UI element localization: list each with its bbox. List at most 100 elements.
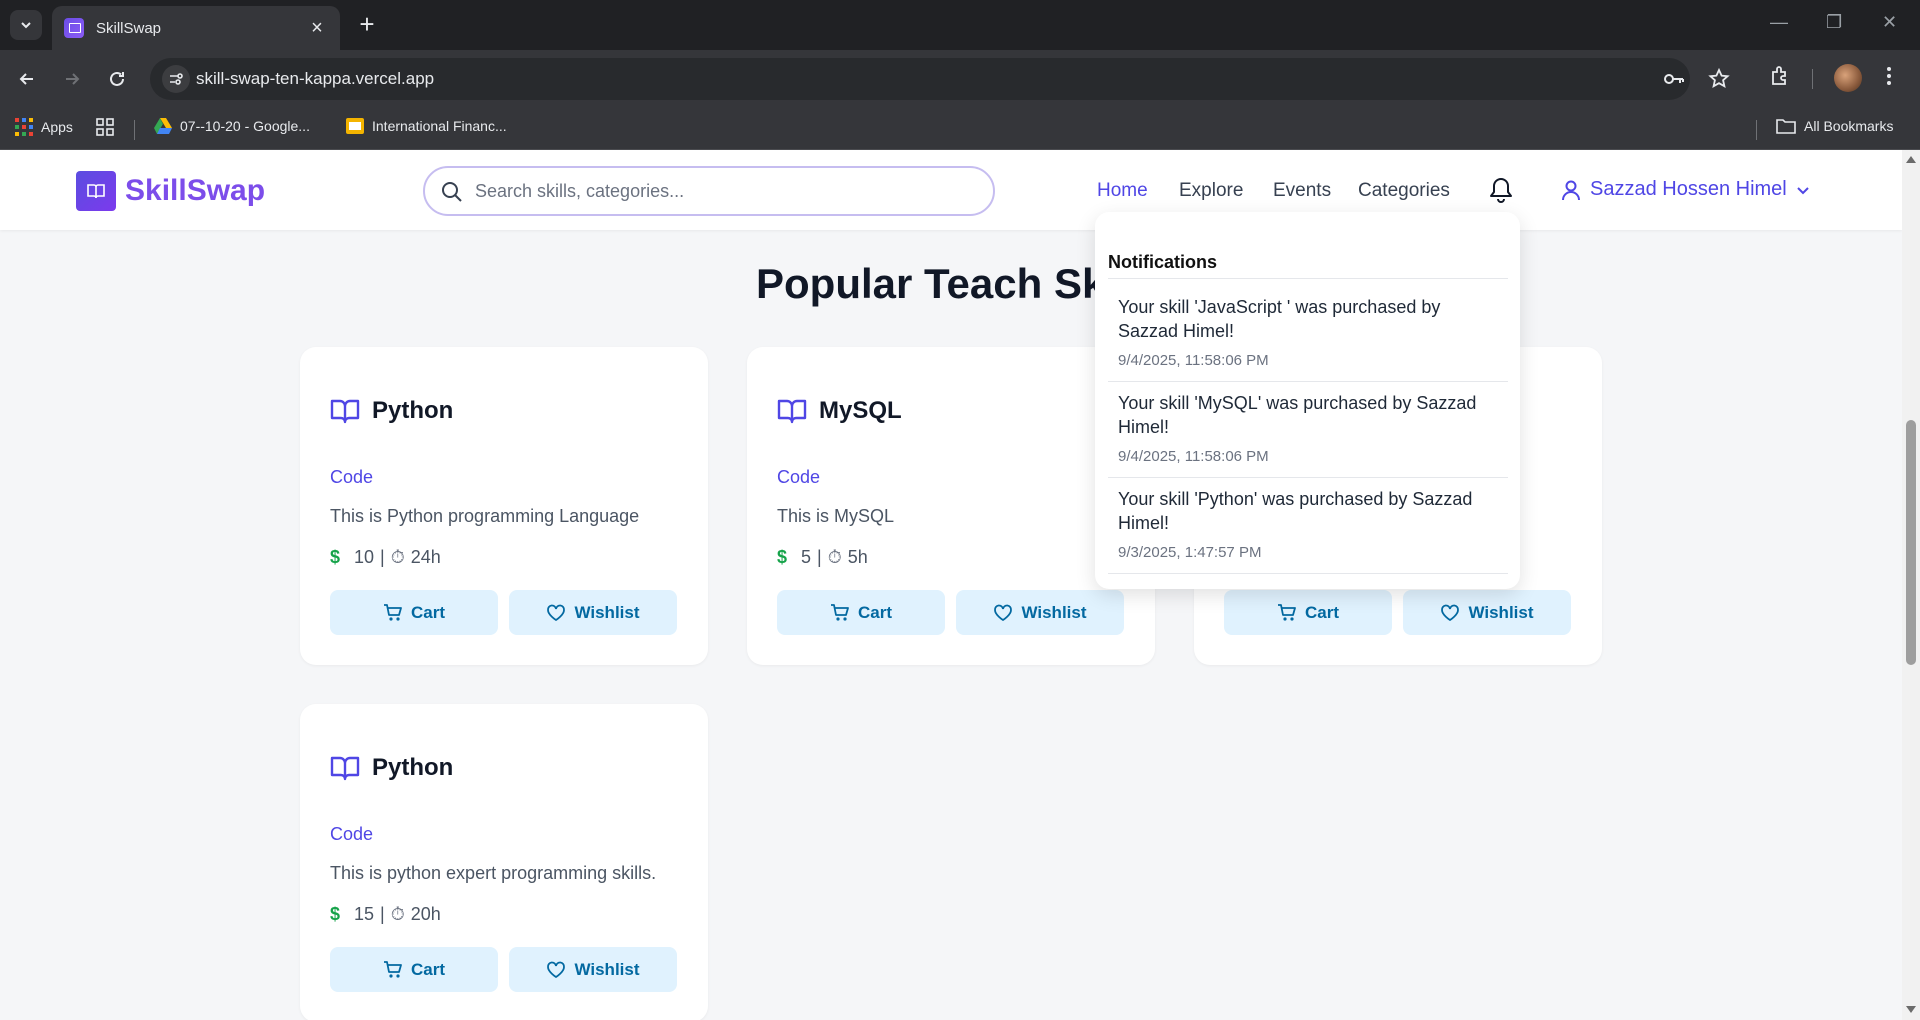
book-open-icon: [330, 399, 360, 424]
notification-message[interactable]: Your skill 'JavaScript ' was purchased b…: [1118, 295, 1503, 343]
tab-search-button[interactable]: [10, 10, 42, 40]
book-open-icon: [330, 756, 360, 781]
cart-label: Cart: [410, 602, 445, 622]
restore-icon[interactable]: ❐: [1826, 12, 1842, 33]
minimize-icon[interactable]: —: [1770, 12, 1788, 33]
cart-label: Cart: [1304, 602, 1339, 622]
skill-title: MySQL: [819, 397, 902, 424]
clock-icon: ⏱: [827, 547, 842, 567]
skillswap-logo-icon[interactable]: [76, 171, 116, 211]
add-to-cart-button[interactable]: Cart: [1224, 590, 1392, 635]
more-menu-icon[interactable]: [1886, 64, 1892, 93]
add-to-wishlist-button[interactable]: Wishlist: [509, 590, 677, 635]
cart-icon: [383, 960, 402, 978]
all-bookmarks[interactable]: All Bookmarks: [1776, 118, 1893, 134]
cart-label: Cart: [857, 602, 892, 622]
skill-card: Python Code This is python expert progra…: [300, 704, 708, 1020]
skill-price: 15: [354, 904, 375, 924]
nav-explore[interactable]: Explore: [1179, 180, 1243, 202]
add-to-wishlist-button[interactable]: Wishlist: [509, 947, 677, 992]
bookmark-label: Apps: [41, 119, 73, 135]
notifications-dropdown: Notifications Your skill 'JavaScript ' w…: [1095, 212, 1520, 589]
cart-icon: [1277, 603, 1296, 621]
address-bar[interactable]: skill-swap-ten-kappa.vercel.app: [150, 58, 1730, 100]
forward-button[interactable]: [57, 64, 87, 94]
chevron-down-icon: [21, 22, 31, 29]
wishlist-label: Wishlist: [1468, 602, 1534, 622]
logo-text[interactable]: SkillSwap: [125, 174, 265, 208]
heart-icon: [1441, 604, 1460, 621]
reload-button[interactable]: [102, 64, 132, 94]
notifications-title: Notifications: [1108, 252, 1218, 272]
bookmark-apps[interactable]: Apps: [15, 118, 73, 136]
close-window-icon[interactable]: ✕: [1882, 12, 1897, 33]
slides-icon: [346, 118, 364, 134]
skill-category[interactable]: Code: [330, 467, 373, 488]
bookmark-international-finance[interactable]: International Financ...: [346, 118, 507, 134]
notification-time: 9/4/2025, 11:58:06 PM: [1118, 448, 1269, 465]
add-to-wishlist-button[interactable]: Wishlist: [1403, 590, 1571, 635]
notification-message[interactable]: Your skill 'Python' was purchased by Saz…: [1118, 487, 1503, 535]
wishlist-label: Wishlist: [574, 959, 640, 979]
skill-duration: 5h: [847, 547, 868, 567]
scroll-thumb[interactable]: [1906, 420, 1916, 665]
search-input[interactable]: [475, 178, 975, 204]
browser-toolbar: skill-swap-ten-kappa.vercel.app: [0, 50, 1920, 108]
apps-grid-icon: [15, 118, 33, 136]
dollar-icon: $: [330, 904, 341, 924]
skill-title: Python: [372, 754, 454, 781]
scroll-up-arrow-icon[interactable]: [1906, 156, 1916, 163]
add-to-wishlist-button[interactable]: Wishlist: [956, 590, 1124, 635]
back-button[interactable]: [12, 64, 42, 94]
arrow-right-icon: [66, 73, 80, 85]
new-tab-button[interactable]: +: [352, 10, 382, 40]
site-header: SkillSwap Home Explore Events Categories…: [0, 150, 1902, 230]
skill-category[interactable]: Code: [330, 824, 373, 845]
page-scrollbar[interactable]: [1902, 150, 1920, 1020]
skill-price: 5: [801, 547, 812, 567]
add-to-cart-button[interactable]: Cart: [330, 947, 498, 992]
notification-message[interactable]: Your skill 'MySQL' was purchased by Sazz…: [1118, 391, 1503, 439]
skill-price: 10: [354, 547, 375, 567]
nav-categories[interactable]: Categories: [1358, 180, 1450, 202]
skill-duration: 24h: [410, 547, 441, 567]
reload-icon: [110, 71, 124, 86]
skillswap-favicon-icon: [64, 18, 84, 38]
scroll-down-arrow-icon[interactable]: [1906, 1006, 1916, 1013]
clock-icon: ⏱: [390, 547, 405, 567]
site-info-icon[interactable]: [162, 65, 190, 93]
user-name: Sazzad Hossen Himel: [1590, 178, 1787, 200]
page-viewport: Popular Teach Skills Python Code This is…: [0, 150, 1902, 1020]
notification-time: 9/3/2025, 1:47:57 PM: [1118, 544, 1262, 561]
skill-duration: 20h: [410, 904, 441, 924]
skill-meta: $ 10 | ⏱ 24h: [330, 547, 441, 567]
dollar-icon: $: [330, 547, 341, 567]
password-key-icon[interactable]: [1662, 68, 1686, 95]
extensions-icon[interactable]: [1768, 64, 1792, 93]
nav-events[interactable]: Events: [1273, 180, 1331, 202]
heart-icon: [547, 604, 566, 621]
cart-icon: [830, 603, 849, 621]
user-icon: [1562, 180, 1580, 200]
search-bar: [423, 166, 995, 216]
add-to-cart-button[interactable]: Cart: [330, 590, 498, 635]
bookmarks-bar: Apps 07--10-20 - Google... International…: [0, 108, 1920, 150]
nav-home[interactable]: Home: [1097, 180, 1148, 202]
all-bookmarks-label: All Bookmarks: [1804, 118, 1894, 134]
browser-tab[interactable]: SkillSwap ×: [52, 6, 340, 50]
bookmark-google-drive[interactable]: 07--10-20 - Google...: [154, 118, 310, 134]
add-to-cart-button[interactable]: Cart: [777, 590, 945, 635]
close-tab-icon[interactable]: ×: [306, 17, 328, 40]
bell-icon[interactable]: [1488, 176, 1514, 209]
skill-description: This is MySQL: [777, 506, 895, 526]
profile-avatar[interactable]: [1834, 64, 1862, 92]
bookmark-star-icon[interactable]: [1708, 67, 1730, 95]
skill-title: Python: [372, 397, 454, 424]
user-menu[interactable]: Sazzad Hossen Himel: [1560, 178, 1811, 201]
skill-category[interactable]: Code: [777, 467, 820, 488]
tab-groups-icon[interactable]: [96, 118, 114, 136]
skill-card: MySQL Code This is MySQL $ 5 | ⏱ 5h Cart…: [747, 347, 1155, 665]
google-drive-icon: [154, 118, 172, 134]
book-open-icon: [777, 399, 807, 424]
chevron-down-icon: [1797, 186, 1809, 194]
